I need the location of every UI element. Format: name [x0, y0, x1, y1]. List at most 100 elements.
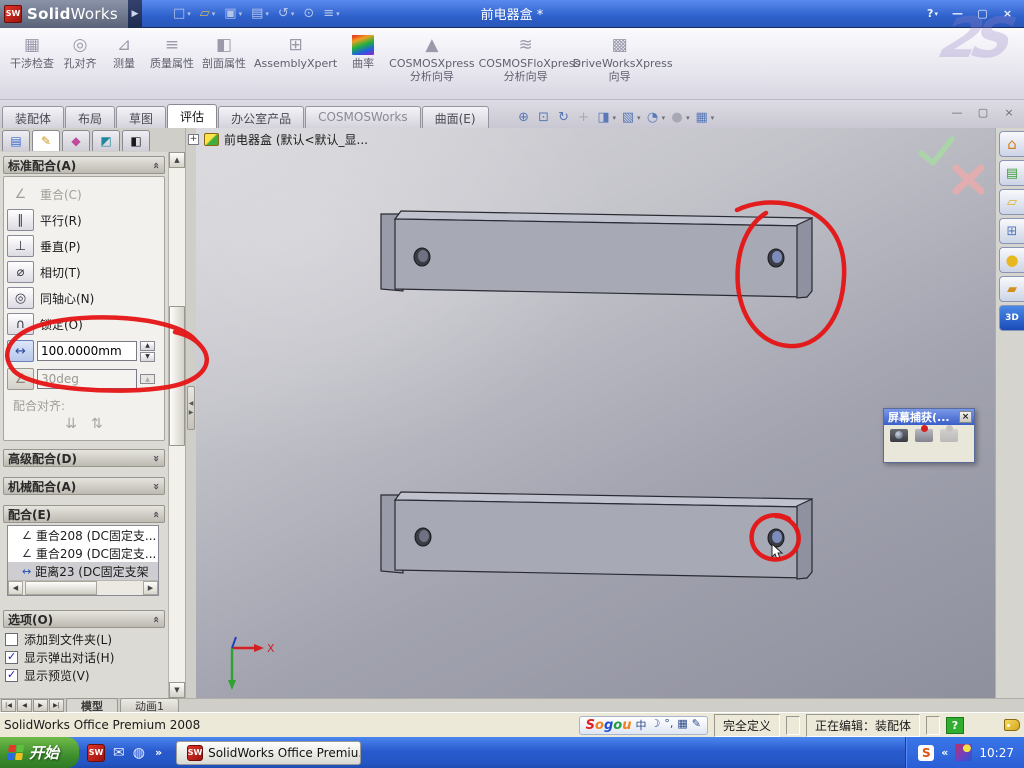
3d-content-icon[interactable]: 3D	[999, 305, 1024, 331]
mate-item-coincident[interactable]: ∠ 重合209 (DC固定支...	[8, 544, 158, 562]
undo-icon[interactable]: ↺	[275, 4, 297, 23]
graphics-tray-icon[interactable]	[955, 744, 973, 761]
mate-coincident[interactable]: ∠ 重合(C)	[7, 181, 161, 207]
tab-sketch[interactable]: 草图	[116, 106, 167, 128]
options-header[interactable]: 选项(O) «	[3, 610, 165, 628]
taskbar-button-solidworks[interactable]: SW SolidWorks Office Premiu...	[176, 740, 362, 765]
ime-icon[interactable]: ▦	[677, 717, 687, 733]
driveworksxpress-button[interactable]: ▩ DriveWorksXpress 向导	[573, 32, 673, 84]
option-show-popup[interactable]: 显示弹出对话(H)	[5, 648, 165, 666]
ime-icon[interactable]: °,	[664, 717, 673, 733]
capture-image-icon[interactable]	[890, 429, 908, 442]
scroll-right-icon[interactable]: ▶	[143, 581, 158, 595]
screen-capture-window[interactable]: 屏幕捕获(... ×	[883, 408, 975, 463]
solidworks-quicklaunch-icon[interactable]: SW	[87, 743, 106, 762]
doc-close-button[interactable]: ×	[1002, 106, 1016, 119]
new-document-icon[interactable]: □	[170, 4, 194, 23]
capture-window-titlebar[interactable]: 屏幕捕获(... ×	[884, 409, 974, 425]
configurationmanager-tab[interactable]: ◆	[62, 130, 90, 151]
scene-icon[interactable]: ▦	[694, 110, 715, 125]
distance-input[interactable]	[37, 341, 137, 361]
scroll-thumb[interactable]	[25, 581, 97, 595]
mail-icon[interactable]: ✉	[113, 745, 125, 761]
checkbox[interactable]	[5, 668, 18, 682]
quick-tips-icon[interactable]: ?	[946, 716, 964, 734]
mate-type-icon[interactable]: ∩	[7, 313, 34, 335]
print-icon[interactable]: ▤	[248, 4, 272, 23]
section-view-icon[interactable]: ◨	[596, 110, 617, 125]
mate-type-icon[interactable]: ∥	[7, 209, 34, 231]
view-orientation-icon[interactable]: ▧	[620, 110, 641, 125]
resources-icon[interactable]: ⌂	[999, 131, 1024, 157]
help-button[interactable]: ?	[922, 5, 943, 23]
assemblyxpert-button[interactable]: ⊞ AssemblyXpert	[250, 32, 341, 71]
section-properties-button[interactable]: ◧ 剖面属性	[198, 32, 250, 71]
mates-list-header[interactable]: 配合(E) «	[3, 505, 165, 523]
mate-type-icon[interactable]: ⊥	[7, 235, 34, 257]
doc-restore-button[interactable]: ▢	[976, 106, 990, 119]
mate-lock[interactable]: ∩ 锁定(O)	[7, 311, 161, 337]
record-video-icon[interactable]	[915, 425, 933, 442]
mate-item-coincident[interactable]: ∠ 重合208 (DC固定支...	[8, 526, 158, 544]
mate-perpendicular[interactable]: ⊥ 垂直(P)	[7, 233, 161, 259]
ime-icon[interactable]: ☽	[650, 717, 660, 733]
doc-minimize-button[interactable]: —	[950, 106, 964, 119]
panel-scrollbar[interactable]: ▲ ▼	[168, 152, 185, 698]
tag-icon[interactable]	[1004, 719, 1020, 731]
panel-splitter[interactable]: ◀ ▶	[185, 128, 196, 698]
spin-down-icon[interactable]: ▼	[140, 351, 155, 362]
menu-expand-arrow-icon[interactable]: ▶	[127, 0, 142, 28]
option-add-to-folder[interactable]: 添加到文件夹(L)	[5, 630, 165, 648]
dimxpert-tab[interactable]: ◧	[122, 130, 150, 151]
appearances-icon[interactable]: ●	[999, 247, 1024, 273]
sheet-nav-icon[interactable]: ▶|	[49, 699, 64, 712]
curvature-button[interactable]: 曲率	[341, 32, 385, 71]
propertymanager-tab[interactable]: ✎	[32, 130, 60, 151]
mate-type-icon[interactable]: ∠	[7, 183, 34, 205]
bracket-part-bottom[interactable]	[380, 491, 814, 580]
show-desktop-icon[interactable]: ◍	[133, 745, 145, 761]
mate-type-icon[interactable]: ⌀	[7, 261, 34, 283]
angle-input[interactable]	[37, 369, 137, 389]
open-icon[interactable]: ▱	[197, 4, 219, 23]
appearances-tab[interactable]: ◩	[92, 130, 120, 151]
splitter-grip[interactable]: ◀ ▶	[187, 386, 195, 430]
scroll-thumb[interactable]	[169, 306, 185, 446]
view-palette-icon[interactable]: ⊞	[999, 218, 1024, 244]
animation1-tab[interactable]: 动画1	[120, 698, 179, 713]
appearances-menu-icon[interactable]: ●	[669, 110, 690, 125]
cosmosfloxpress-button[interactable]: ≋ COSMOSFloXpress 分析向导	[479, 32, 581, 84]
hole-alignment-button[interactable]: ◎ 孔对齐	[58, 32, 102, 71]
spin-up-icon[interactable]: ▲	[140, 340, 155, 351]
attachment-icon[interactable]: ⊙	[300, 4, 317, 23]
distance-icon[interactable]: ↔	[7, 340, 34, 362]
ime-icon[interactable]: 中	[635, 717, 646, 733]
tab-layout[interactable]: 布局	[65, 106, 116, 128]
tray-collapse-icon[interactable]: «	[941, 746, 948, 759]
sheet-nav-icon[interactable]: |◀	[1, 699, 16, 712]
tab-cosmosworks[interactable]: COSMOSWorks	[305, 106, 421, 128]
mass-properties-button[interactable]: ≡ 质量属性	[146, 32, 198, 71]
featuremanager-tab[interactable]: ▤	[2, 130, 30, 151]
mate-type-icon[interactable]: ◎	[7, 287, 34, 309]
sheet-nav-icon[interactable]: ◀	[17, 699, 32, 712]
sheet-nav-icon[interactable]: ▶	[33, 699, 48, 712]
option-show-preview[interactable]: 显示预览(V)	[5, 666, 165, 684]
horizontal-scrollbar[interactable]: ◀ ▶	[8, 580, 158, 595]
mate-tangent[interactable]: ⌀ 相切(T)	[7, 259, 161, 285]
file-explorer-icon[interactable]: ▱	[999, 189, 1024, 215]
measure-button[interactable]: ⊿ 测量	[102, 32, 146, 71]
checkbox[interactable]	[5, 632, 18, 646]
mate-parallel[interactable]: ∥ 平行(R)	[7, 207, 161, 233]
scroll-down-icon[interactable]: ▼	[169, 682, 185, 698]
ime-icon[interactable]: ✎	[692, 717, 701, 733]
pan-icon[interactable]: +	[576, 110, 592, 125]
sogou-ime-bar[interactable]: Sogou 中 ☽ °, ▦ ✎	[578, 715, 708, 735]
zoom-area-icon[interactable]: ⊡	[536, 110, 552, 125]
custom-properties-icon[interactable]: ▰	[999, 276, 1024, 302]
capture-close-icon[interactable]: ×	[959, 411, 972, 423]
checkbox[interactable]	[5, 650, 18, 664]
start-button[interactable]: 开始	[0, 737, 80, 768]
scroll-up-icon[interactable]: ▲	[169, 152, 185, 168]
tab-assembly[interactable]: 装配体	[2, 106, 65, 128]
